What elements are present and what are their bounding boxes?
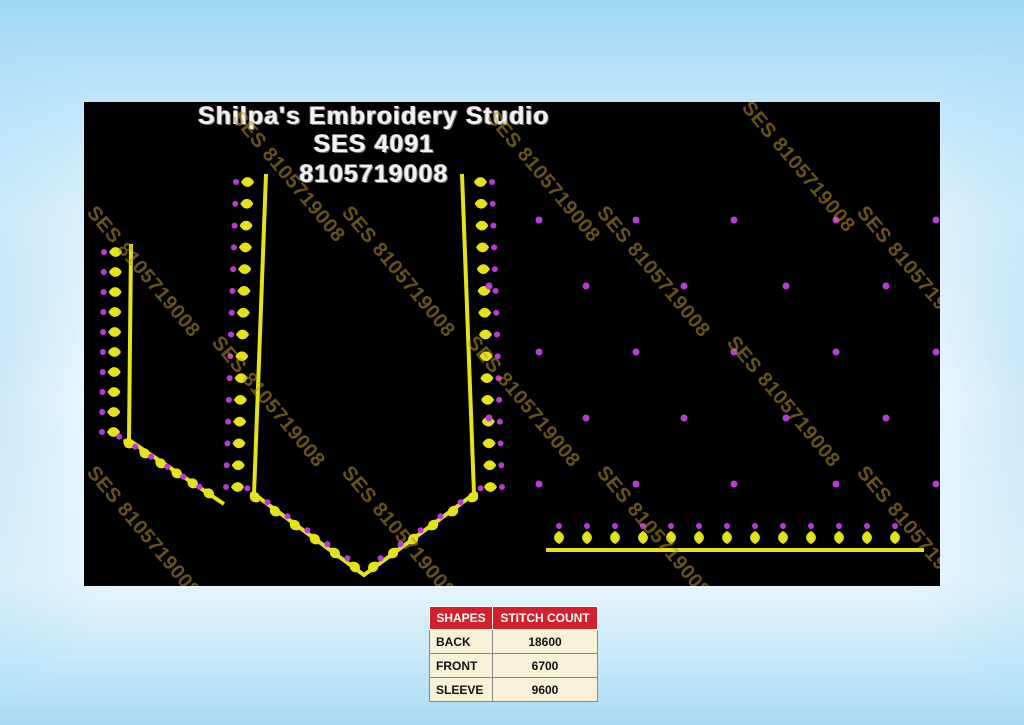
leaf-motif (476, 264, 498, 275)
buti-dot (932, 348, 940, 356)
leaf-motif (228, 329, 249, 340)
phone-number: 8105719008 (299, 160, 449, 188)
leaf-motif (225, 394, 247, 405)
buti-dot (730, 348, 738, 356)
leaf-motif (230, 242, 252, 253)
buti-dot (932, 216, 940, 224)
leaf-motif (666, 523, 676, 544)
buti-dot (730, 480, 738, 488)
motif-group (99, 177, 900, 573)
shape-cell: FRONT (429, 653, 493, 678)
leaf-motif (223, 460, 245, 471)
buti-dot-group (485, 216, 940, 488)
buti-dot (535, 216, 543, 224)
stitch-count-cell: 6700 (492, 653, 598, 678)
leaf-motif (806, 523, 816, 544)
leaf-motif (100, 307, 122, 317)
leaf-motif (481, 394, 503, 405)
embroidery-design-panel: Shilpa's Embroidery Studio SES 4091 8105… (84, 102, 940, 586)
shape-cell: BACK (429, 629, 493, 654)
buti-dot (832, 480, 840, 488)
leaf-motif (231, 220, 253, 231)
leaf-motif (483, 460, 505, 471)
leaf-motif (554, 523, 564, 544)
table-row: SLEEVE 9600 (429, 677, 598, 702)
leaf-motif (226, 373, 248, 383)
leaf-motif (484, 482, 505, 492)
leaf-motif (722, 523, 732, 544)
leaf-motif (223, 482, 244, 492)
buti-dot (582, 414, 590, 422)
shape-cell: SLEEVE (429, 677, 493, 702)
leaf-motif (224, 438, 246, 449)
table-row: FRONT 6700 (429, 653, 598, 678)
leaf-motif (100, 327, 122, 337)
leaf-motif (480, 373, 502, 383)
leaf-motif (478, 307, 500, 318)
leaf-motif (482, 438, 504, 449)
buti-dot (535, 348, 543, 356)
buti-dot (632, 216, 640, 224)
leaf-motif (476, 242, 498, 253)
leaf-motif (479, 329, 500, 340)
studio-name: Shilpa's Embroidery Studio (198, 102, 550, 130)
leaf-motif (479, 351, 501, 362)
column-header-stitch-count: STITCH COUNT (492, 606, 598, 630)
leaf-motif (474, 198, 496, 209)
leaf-motif (862, 523, 872, 544)
leaf-motif (230, 264, 252, 275)
leaf-motif (610, 523, 620, 544)
table-header-row: SHAPES STITCH COUNT (429, 606, 598, 630)
buti-dot (680, 414, 688, 422)
leaf-motif (228, 307, 250, 318)
leaf-motif (225, 416, 247, 427)
buti-dot (832, 216, 840, 224)
leaf-motif (99, 367, 121, 377)
leaf-motif (229, 286, 251, 296)
buti-dot (535, 480, 543, 488)
stitch-count-table: SHAPES STITCH COUNT BACK 18600 FRONT 670… (429, 606, 598, 702)
leaf-motif (475, 220, 497, 231)
leaf-motif (750, 523, 760, 544)
leaf-motif (638, 523, 648, 544)
leaf-motif (100, 267, 122, 277)
leaf-motif (582, 523, 592, 544)
leaf-motif (694, 523, 704, 544)
table-row: BACK 18600 (429, 629, 598, 654)
leaf-motif (778, 523, 788, 544)
leaf-motif (890, 523, 900, 544)
buti-dot (485, 282, 493, 290)
buti-dot (832, 348, 840, 356)
leaf-motif (100, 287, 122, 297)
leaf-motif (227, 351, 249, 362)
column-header-shapes: SHAPES (429, 606, 493, 630)
front-neck-design (126, 243, 226, 506)
leaf-motif (244, 485, 260, 503)
buti-dot (582, 282, 590, 290)
leaf-motif (232, 198, 254, 209)
leaf-motif (99, 387, 121, 397)
buti-dot (680, 282, 688, 290)
leaf-motif (99, 407, 121, 417)
leaf-motif (99, 347, 121, 357)
buti-dot (485, 414, 493, 422)
buti-dot (632, 348, 640, 356)
stitch-count-cell: 18600 (492, 629, 598, 654)
leaf-motif (468, 485, 484, 503)
stitch-count-cell: 9600 (492, 677, 598, 702)
leaf-motif (834, 523, 844, 544)
buti-dot (932, 480, 940, 488)
buti-dot (782, 414, 790, 422)
buti-dot (882, 414, 890, 422)
leaf-motif (101, 247, 122, 257)
design-code: SES 4091 (313, 130, 435, 158)
buti-dot (782, 282, 790, 290)
buti-dot (882, 282, 890, 290)
buti-dot (632, 480, 640, 488)
buti-dot (730, 216, 738, 224)
